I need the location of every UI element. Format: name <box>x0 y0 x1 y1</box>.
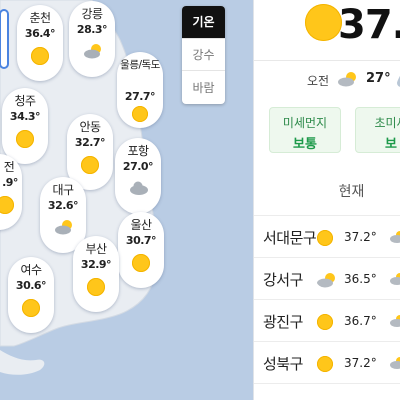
sun-icon <box>132 254 150 272</box>
pin-city: 대구 <box>52 183 74 197</box>
cloud-sun-icon <box>390 357 400 369</box>
sun-icon <box>0 196 14 214</box>
selected-region-marker <box>0 9 9 69</box>
divider <box>254 60 400 61</box>
current-temperature: 37.2 <box>338 2 400 48</box>
district-temperature: 37.2° <box>344 356 377 370</box>
tab-precipitation[interactable]: 강수 <box>182 39 225 72</box>
pin-city: 청주 <box>14 94 36 108</box>
district-name: 서대문구 <box>263 229 317 247</box>
tab-wind[interactable]: 바람 <box>182 71 225 104</box>
sun-icon <box>87 278 105 296</box>
fine-dust-card[interactable]: 미세먼지 보통 <box>269 107 341 153</box>
sun-icon <box>317 230 333 246</box>
pin-city: 안동 <box>79 120 101 134</box>
pin-city: 울릉/독도 <box>120 59 160 71</box>
pin-temp: 32.6° <box>47 199 79 212</box>
pin-city: 포항 <box>127 144 149 158</box>
map-pin-pohang[interactable]: 포항 27.0° <box>115 138 161 214</box>
pin-temp: 27.0° <box>122 160 154 173</box>
map-pin-busan[interactable]: 부산 32.9° <box>73 236 119 312</box>
pin-city: 울산 <box>130 218 152 232</box>
cloud-sun-icon <box>54 219 72 237</box>
cloud-sun-icon <box>390 315 400 327</box>
map-pin-ulleung[interactable]: 울릉/독도 27.7° <box>117 52 163 128</box>
current-section-title: 현재 <box>338 184 365 200</box>
district-temperature: 37.2° <box>344 230 377 244</box>
pin-temp: 32.9° <box>80 258 112 271</box>
dust-label: 미세먼지 <box>282 116 328 130</box>
pin-temp: 27.7° <box>124 90 156 103</box>
pin-city: 부산 <box>85 242 107 256</box>
pin-city: 여수 <box>20 263 42 277</box>
cloud-icon <box>129 180 148 198</box>
pin-temp: 28.3° <box>76 23 108 36</box>
district-row[interactable]: 성북구 37.2° <box>254 341 400 383</box>
cloud-sun-icon <box>317 273 335 288</box>
district-name: 성북구 <box>263 355 303 373</box>
cloud-sun-icon <box>338 72 356 87</box>
sun-icon <box>132 106 148 122</box>
map-pin-jeonju[interactable]: 전 .9° <box>0 154 22 230</box>
dust-label: 초미세 <box>374 116 400 130</box>
weather-detail-panel: 37.2 오전 27° 미세먼지 보통 초미세 보 현재 서대문구 37.2° … <box>253 0 400 400</box>
am-temperature: 27° <box>366 71 391 86</box>
pin-temp: 30.7° <box>125 234 157 247</box>
district-row[interactable]: 서대문구 37.2° <box>254 215 400 257</box>
am-label: 오전 <box>307 74 330 88</box>
cloud-sun-icon <box>83 43 101 61</box>
pin-city: 춘천 <box>29 11 51 25</box>
district-temperature: 36.5° <box>344 272 377 286</box>
pin-city: 강릉 <box>81 7 103 21</box>
pin-temp: 32.7° <box>74 136 106 149</box>
map-pin-chuncheon[interactable]: 춘천 36.4° <box>17 5 63 81</box>
dust-status: 보 <box>385 137 397 152</box>
sun-icon <box>22 299 40 317</box>
district-name: 강서구 <box>263 271 303 289</box>
map-pin-yeosu[interactable]: 여수 30.6° <box>8 257 54 333</box>
tab-temperature[interactable]: 기온 <box>182 6 225 39</box>
district-name: 광진구 <box>263 313 303 331</box>
sun-icon <box>16 130 34 148</box>
raindrop-icon <box>397 75 400 87</box>
district-row-partial <box>254 383 400 400</box>
district-row[interactable]: 광진구 36.7° <box>254 299 400 341</box>
dust-status: 보통 <box>293 137 317 152</box>
sun-icon <box>31 47 49 65</box>
weather-map[interactable]: 춘천 36.4° 강릉 28.3° 울릉/독도 27.7° 청주 34.3° 안… <box>0 0 253 400</box>
map-pin-andong[interactable]: 안동 32.7° <box>67 114 113 190</box>
district-temperature: 36.7° <box>344 314 377 328</box>
pin-city: 전 <box>3 160 15 174</box>
weather-widget: 춘천 36.4° 강릉 28.3° 울릉/독도 27.7° 청주 34.3° 안… <box>0 0 400 400</box>
pin-temp: .9° <box>2 176 18 189</box>
am-forecast-row: 오전 27° <box>254 70 400 90</box>
cloud-sun-icon <box>390 231 400 243</box>
pin-temp: 30.6° <box>15 279 47 292</box>
ultrafine-dust-card[interactable]: 초미세 보 <box>355 107 400 153</box>
sun-icon <box>81 156 99 174</box>
sun-icon <box>317 314 333 330</box>
cloud-sun-icon <box>390 273 400 285</box>
sun-icon <box>305 4 342 41</box>
pin-temp: 36.4° <box>24 27 56 40</box>
pin-temp: 34.3° <box>9 110 41 123</box>
map-layer-tabs: 기온 강수 바람 <box>182 6 225 104</box>
sun-icon <box>317 356 333 372</box>
district-row[interactable]: 강서구 36.5° <box>254 257 400 299</box>
map-pin-gangneung[interactable]: 강릉 28.3° <box>69 1 115 77</box>
map-pin-cheongju[interactable]: 청주 34.3° <box>2 88 48 164</box>
map-pin-ulsan[interactable]: 울산 30.7° <box>118 212 164 288</box>
